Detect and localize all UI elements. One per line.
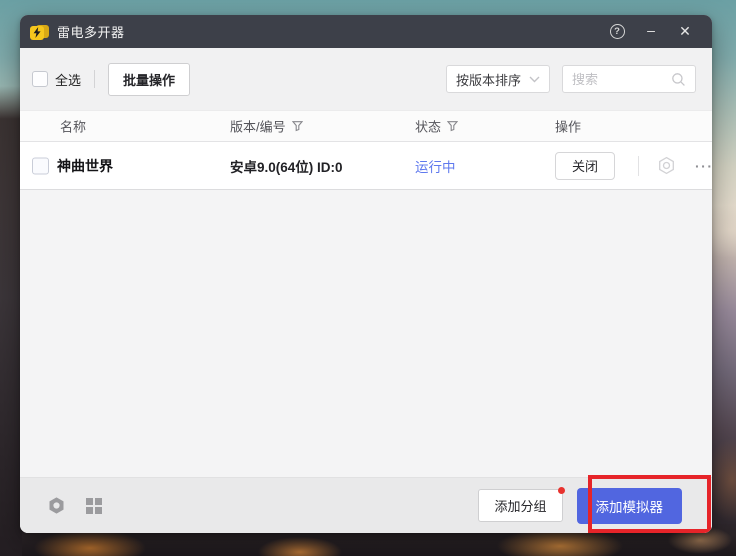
- table-header: 名称 版本/编号 状态 操作: [20, 110, 712, 142]
- select-all-label: 全选: [55, 70, 81, 89]
- lightning-bolt-icon: [32, 27, 42, 38]
- grid-view-icon[interactable]: [86, 498, 102, 514]
- header-version: 版本/编号: [230, 117, 303, 136]
- search-icon: [671, 72, 686, 87]
- minimize-button[interactable]: –: [638, 19, 664, 45]
- emulator-row: 神曲世界 安卓9.0(64位) ID:0 运行中 关闭 ···: [20, 142, 712, 190]
- filter-icon[interactable]: [292, 121, 303, 132]
- sort-dropdown[interactable]: 按版本排序: [446, 65, 550, 93]
- status-badge: 运行中: [415, 156, 456, 176]
- row-checkbox[interactable]: [32, 157, 49, 174]
- settings-gear-icon[interactable]: [657, 156, 676, 175]
- app-logo-icon: [30, 24, 49, 40]
- header-status: 状态: [415, 117, 458, 136]
- toolbar: 全选 批量操作 按版本排序: [20, 48, 712, 110]
- close-emulator-button[interactable]: 关闭: [555, 152, 615, 180]
- titlebar: 雷电多开器 ? – ✕: [20, 15, 712, 48]
- help-icon: ?: [610, 24, 625, 39]
- close-button[interactable]: ✕: [672, 19, 698, 45]
- search-box: [562, 65, 696, 93]
- more-options-icon[interactable]: ···: [695, 159, 712, 173]
- actions-divider: [638, 156, 639, 176]
- settings-nut-icon[interactable]: [47, 496, 66, 515]
- ldplayer-manager-window: 雷电多开器 ? – ✕ 全选 批量操作 按版本排序: [20, 15, 712, 533]
- toolbar-divider: [94, 70, 95, 88]
- header-status-label: 状态: [415, 117, 441, 136]
- footer-bar: 添加分组 添加模拟器: [20, 477, 712, 533]
- add-group-label: 添加分组: [494, 499, 546, 514]
- empty-list-area: [20, 190, 712, 477]
- close-icon: ✕: [679, 23, 691, 40]
- emulator-version: 安卓9.0(64位) ID:0: [230, 156, 343, 176]
- help-button[interactable]: ?: [604, 19, 630, 45]
- add-emulator-button[interactable]: 添加模拟器: [577, 488, 683, 524]
- search-input[interactable]: [572, 72, 671, 87]
- select-all-checkbox[interactable]: [32, 71, 48, 87]
- window-title: 雷电多开器: [57, 22, 125, 41]
- header-version-label: 版本/编号: [230, 117, 286, 136]
- minimize-icon: –: [647, 22, 655, 38]
- chevron-down-icon: [529, 76, 540, 83]
- row-actions: 关闭 ···: [555, 152, 712, 180]
- filter-icon[interactable]: [447, 121, 458, 132]
- header-name: 名称: [60, 117, 86, 136]
- header-actions: 操作: [555, 117, 581, 136]
- add-group-button[interactable]: 添加分组: [478, 489, 562, 522]
- batch-operations-button[interactable]: 批量操作: [108, 63, 190, 96]
- notification-dot: [558, 487, 565, 494]
- sort-dropdown-value: 按版本排序: [456, 70, 521, 89]
- emulator-name: 神曲世界: [57, 156, 113, 176]
